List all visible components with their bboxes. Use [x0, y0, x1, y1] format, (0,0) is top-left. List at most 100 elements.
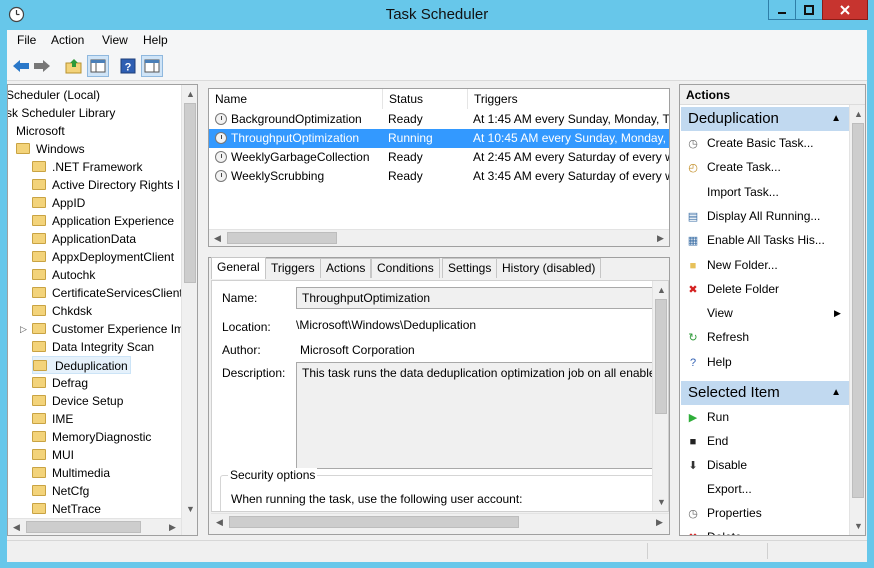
scroll-up-arrow-icon[interactable]: ▲: [653, 281, 668, 298]
tree-item[interactable]: .NET Framework: [32, 158, 142, 176]
name-field[interactable]: ThroughputOptimization: [296, 287, 656, 309]
tree-item[interactable]: Deduplication: [32, 356, 131, 374]
tree-horizontal-scrollbar[interactable]: ◀ ▶: [8, 518, 181, 535]
show-hide-action-pane-button[interactable]: [141, 55, 163, 77]
task-list-hscroll-thumb[interactable]: [227, 232, 337, 244]
menu-help[interactable]: Help: [143, 33, 168, 47]
folder-tree[interactable]: Scheduler (Local) sk Scheduler Library Mic…: [7, 84, 198, 536]
action-item[interactable]: ■ New Folder...: [686, 255, 846, 275]
show-hide-tree-button[interactable]: [87, 55, 109, 77]
maximize-button[interactable]: [795, 0, 823, 20]
tab-conditions[interactable]: Conditions: [371, 258, 440, 278]
details-scroll-thumb[interactable]: [655, 299, 667, 414]
minimize-button[interactable]: [768, 0, 796, 20]
action-item[interactable]: View ▶: [686, 303, 846, 323]
action-item[interactable]: ▤ Display All Running...: [686, 206, 846, 226]
menu-action[interactable]: Action: [51, 33, 84, 47]
task-row[interactable]: WeeklyGarbageCollection Ready At 2:45 AM e…: [209, 148, 669, 167]
collapse-up-icon[interactable]: ▲: [831, 381, 841, 405]
details-horizontal-scrollbar[interactable]: ◀ ▶: [211, 513, 669, 530]
expand-arrow-icon[interactable]: ▷: [20, 320, 27, 338]
action-item[interactable]: ◷ Properties: [686, 503, 846, 523]
folder-icon: [32, 197, 46, 209]
tree-item[interactable]: ApplicationData: [32, 230, 136, 248]
action-item[interactable]: Export...: [686, 479, 846, 499]
tree-item[interactable]: CertificateServicesClient: [32, 284, 183, 302]
tree-item[interactable]: Application Experience: [32, 212, 174, 230]
tree-item[interactable]: Device Setup: [32, 392, 123, 410]
tab-general[interactable]: General: [211, 257, 266, 279]
tree-item[interactable]: MUI: [32, 446, 74, 464]
tree-item[interactable]: ▷ Customer Experience Im: [20, 320, 184, 338]
tree-hscroll-thumb[interactable]: [26, 521, 141, 533]
tree-item[interactable]: Autochk: [32, 266, 95, 284]
tree-item[interactable]: AppID: [32, 194, 85, 212]
scroll-up-arrow-icon[interactable]: ▲: [850, 105, 865, 122]
actions-section-selected-item[interactable]: Selected Item ▲: [681, 381, 849, 405]
action-item[interactable]: ◷ Create Basic Task...: [686, 133, 846, 153]
tree-item[interactable]: Data Integrity Scan: [32, 338, 154, 356]
action-item[interactable]: Import Task...: [686, 182, 846, 202]
menu-view[interactable]: View: [102, 33, 128, 47]
tree-item[interactable]: Windows: [16, 140, 85, 158]
tree-item[interactable]: Defrag: [32, 374, 88, 392]
tab-history[interactable]: History (disabled): [496, 258, 602, 278]
details-vertical-scrollbar[interactable]: ▲ ▼: [652, 281, 668, 511]
description-field[interactable]: This task runs the data deduplication op…: [296, 362, 656, 469]
action-item[interactable]: ? Help: [686, 352, 846, 372]
action-item[interactable]: ■ End: [686, 431, 846, 451]
close-button[interactable]: [822, 0, 868, 20]
back-button[interactable]: [10, 55, 32, 77]
scroll-right-arrow-icon[interactable]: ▶: [651, 514, 668, 531]
action-item[interactable]: ↻ Refresh: [686, 327, 846, 347]
action-item[interactable]: ⬇ Disable: [686, 455, 846, 475]
up-folder-button[interactable]: [63, 55, 85, 77]
details-hscroll-thumb[interactable]: [229, 516, 519, 528]
tree-scroll-thumb[interactable]: [184, 103, 196, 283]
tree-item[interactable]: Microsoft: [16, 122, 65, 140]
action-item[interactable]: ✖ Delete: [686, 527, 846, 535]
actions-vertical-scrollbar[interactable]: ▲ ▼: [849, 105, 865, 535]
actions-section-deduplication[interactable]: Deduplication ▲: [681, 107, 849, 131]
collapse-up-icon[interactable]: ▲: [831, 107, 841, 131]
action-item[interactable]: ✖ Delete Folder: [686, 279, 846, 299]
scroll-down-arrow-icon[interactable]: ▼: [182, 500, 197, 517]
column-header-triggers[interactable]: Triggers: [468, 89, 669, 109]
tree-item[interactable]: NetTrace: [32, 500, 101, 518]
action-item[interactable]: ▶ Run: [686, 407, 846, 427]
tree-item[interactable]: Multimedia: [32, 464, 110, 482]
tab-settings[interactable]: Settings: [442, 258, 498, 278]
tree-item[interactable]: Chkdsk: [32, 302, 92, 320]
task-list-horizontal-scrollbar[interactable]: ◀ ▶: [209, 229, 669, 246]
scroll-left-arrow-icon[interactable]: ◀: [209, 230, 226, 246]
menu-file[interactable]: File: [17, 33, 36, 47]
forward-button[interactable]: [31, 55, 53, 77]
scroll-left-arrow-icon[interactable]: ◀: [8, 519, 25, 535]
tree-item[interactable]: AppxDeploymentClient: [32, 248, 174, 266]
tree-vertical-scrollbar[interactable]: ▲ ▼: [181, 85, 197, 535]
tree-item[interactable]: Scheduler (Local): [8, 86, 100, 104]
task-row[interactable]: WeeklyScrubbing Ready At 3:45 AM every Sat…: [209, 167, 669, 186]
column-header-status[interactable]: Status: [383, 89, 468, 109]
action-item[interactable]: ◴ Create Task...: [686, 157, 846, 177]
action-item[interactable]: ▦ Enable All Tasks His...: [686, 230, 846, 250]
task-row[interactable]: BackgroundOptimization Ready At 1:45 AM ev…: [209, 110, 669, 129]
tree-item[interactable]: IME: [32, 410, 73, 428]
tab-triggers[interactable]: Triggers: [265, 258, 321, 278]
tree-item[interactable]: Active Directory Rights I: [32, 176, 180, 194]
tab-actions[interactable]: Actions: [320, 258, 372, 278]
tree-item[interactable]: NetCfg: [32, 482, 89, 500]
scroll-up-arrow-icon[interactable]: ▲: [182, 85, 197, 102]
scroll-down-arrow-icon[interactable]: ▼: [653, 493, 668, 510]
task-list[interactable]: Name Status Triggers BackgroundOptimizat…: [208, 88, 670, 247]
scroll-left-arrow-icon[interactable]: ◀: [211, 514, 228, 531]
scroll-down-arrow-icon[interactable]: ▼: [850, 517, 865, 534]
tree-item[interactable]: MemoryDiagnostic: [32, 428, 151, 446]
scroll-right-arrow-icon[interactable]: ▶: [652, 230, 669, 246]
help-button[interactable]: ?: [117, 55, 139, 77]
scroll-right-arrow-icon[interactable]: ▶: [164, 519, 181, 535]
tree-item[interactable]: sk Scheduler Library: [8, 104, 115, 122]
actions-scroll-thumb[interactable]: [852, 123, 864, 498]
column-header-name[interactable]: Name: [209, 89, 383, 109]
task-row[interactable]: ThroughputOptimization Running At 10:45 AM…: [209, 129, 669, 148]
